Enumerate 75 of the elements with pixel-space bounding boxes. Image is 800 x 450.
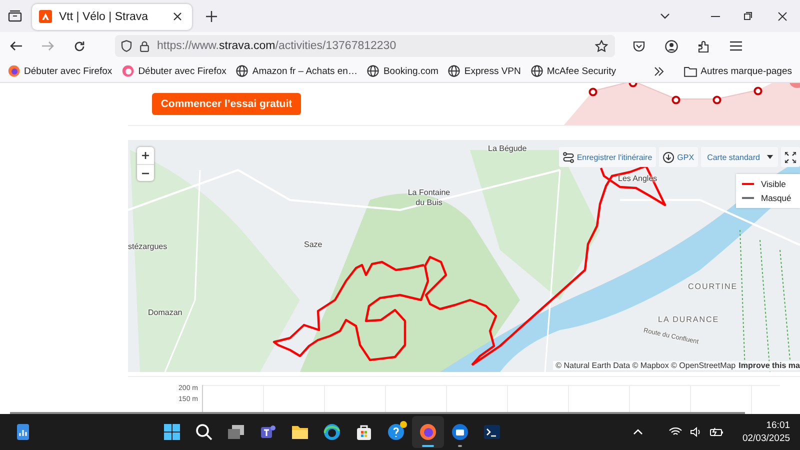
map-place-label: Domazan — [148, 308, 182, 317]
overflow-chevrons-icon[interactable] — [654, 66, 664, 76]
bookmark-item[interactable]: Débuter avec Firefox — [8, 65, 112, 77]
map-style-dropdown[interactable]: Carte standard — [701, 147, 778, 167]
volume-icon — [690, 427, 702, 437]
map-place-label: La Fontaine du Buis — [406, 188, 452, 208]
edge-icon — [322, 423, 341, 441]
task-view-icon — [226, 423, 245, 441]
download-icon — [663, 152, 674, 162]
firefox-icon — [418, 423, 437, 441]
address-bar[interactable]: https://www.strava.com/activities/13767812230 — [115, 35, 615, 57]
teams-icon — [258, 423, 277, 441]
globe-icon — [530, 65, 543, 77]
chevron-down-icon[interactable] — [660, 13, 670, 19]
strava-logo-icon — [39, 10, 52, 23]
close-icon[interactable] — [173, 12, 182, 21]
taskbar-clock[interactable]: 16:01 02/03/2025 — [742, 419, 790, 445]
bookmark-item[interactable]: Express VPN — [448, 65, 521, 77]
globe-icon — [236, 65, 248, 77]
close-window-icon[interactable] — [778, 12, 787, 20]
save-route-button[interactable]: Enregistrer l'itinéraire — [558, 147, 656, 167]
fullscreen-button[interactable] — [781, 147, 800, 167]
bookmark-item[interactable]: Amazon fr – Achats en… — [236, 65, 358, 77]
account-icon[interactable] — [665, 40, 678, 52]
route-icon — [562, 152, 574, 162]
shield-icon[interactable] — [121, 40, 132, 52]
help-icon — [386, 423, 405, 441]
back-arrow-icon[interactable] — [10, 41, 22, 51]
browser-tab[interactable]: Vtt | Vélo | Strava — [32, 4, 192, 30]
new-tab-icon[interactable] — [206, 10, 217, 22]
bookmark-item[interactable]: Booking.com — [367, 65, 438, 77]
globe-icon — [448, 65, 460, 77]
lock-icon[interactable] — [140, 40, 149, 52]
folder-icon — [684, 66, 697, 76]
widgets-icon[interactable] — [16, 423, 30, 441]
extensions-icon[interactable] — [698, 40, 710, 52]
improve-map-link[interactable]: Improve this ma — [738, 361, 800, 370]
bookmark-item[interactable]: McAfee Security — [530, 65, 616, 77]
legend-label: Masqué — [761, 193, 792, 203]
pocket-icon[interactable] — [633, 40, 645, 52]
map-place-label: LA DURANCE — [658, 315, 720, 324]
system-tray[interactable] — [669, 427, 724, 437]
folder-icon — [290, 423, 309, 441]
search-icon — [194, 423, 213, 441]
firefox-icon — [122, 65, 134, 77]
chevron-up-icon[interactable] — [633, 429, 644, 435]
url-text: https://www.strava.com/activities/13767812230 — [157, 40, 396, 52]
menu-icon[interactable] — [730, 41, 742, 51]
bookmark-item[interactable]: Débuter avec Firefox — [122, 65, 226, 77]
store-icon — [354, 423, 373, 441]
map-place-label: stézargues — [128, 242, 168, 251]
plus-icon — [142, 152, 149, 159]
reload-icon[interactable] — [74, 40, 85, 52]
map-place-label: COURTINE — [688, 282, 738, 291]
terminal-icon — [482, 423, 501, 441]
firefox-icon — [8, 65, 20, 77]
map-attribution: © Natural Earth Data © Mapbox © OpenStreetMap — [556, 361, 736, 370]
mail-icon — [450, 423, 469, 441]
legend-label: Visible — [761, 179, 786, 189]
other-bookmarks-folder[interactable]: Autres marque-pages — [684, 66, 792, 76]
taskbar-app[interactable] — [412, 416, 444, 448]
restore-icon[interactable] — [744, 12, 752, 20]
tab-list-icon[interactable] — [8, 10, 22, 22]
globe-icon — [367, 65, 380, 77]
map-place-label: Saze — [304, 240, 322, 249]
start-icon — [162, 423, 181, 441]
gpx-download-button[interactable]: GPX — [659, 147, 698, 167]
star-icon[interactable] — [595, 40, 608, 52]
map-place-label: La Bégude — [488, 144, 527, 153]
horizontal-scrollbar[interactable] — [10, 412, 745, 414]
battery-icon — [710, 427, 724, 437]
clock-date: 02/03/2025 — [742, 432, 790, 445]
wifi-icon — [669, 427, 682, 437]
clock-time: 16:01 — [766, 419, 790, 432]
fullscreen-icon — [785, 152, 796, 162]
